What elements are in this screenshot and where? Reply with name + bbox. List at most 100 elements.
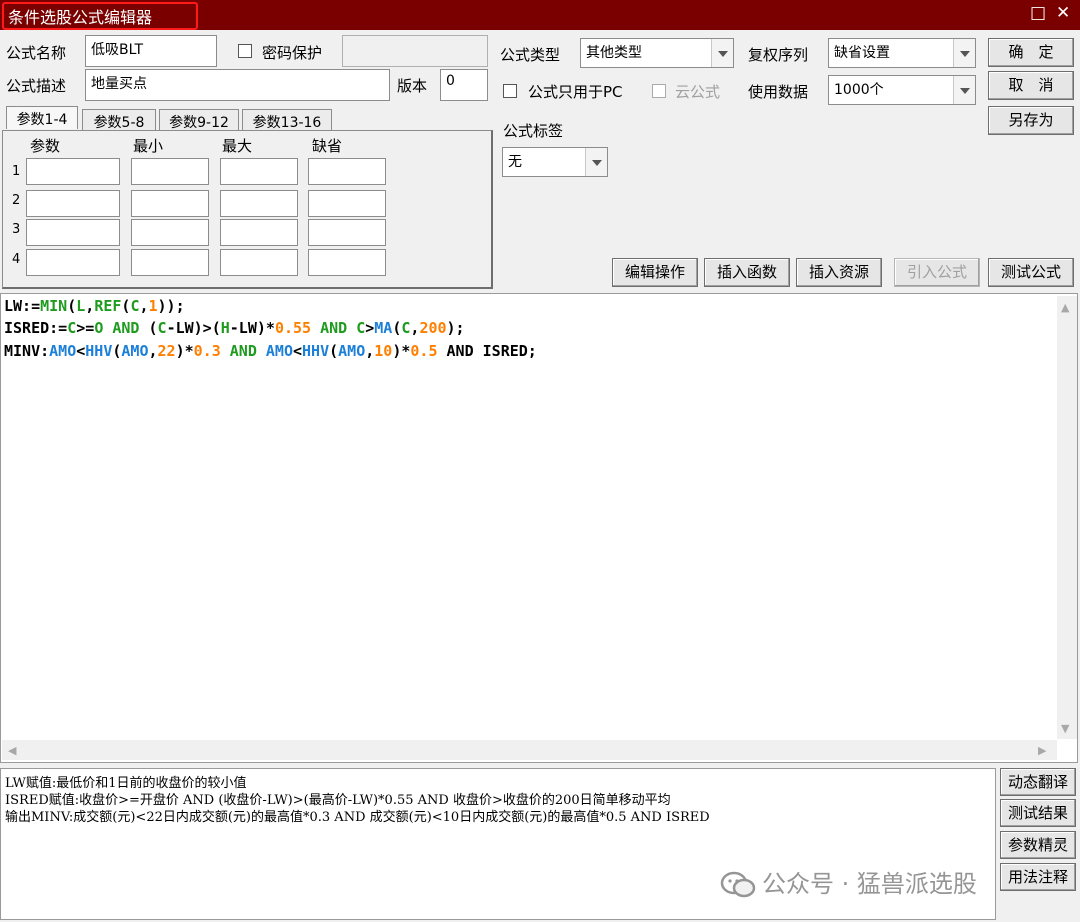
- code-token: -LW)>(: [166, 319, 221, 337]
- param-1-min[interactable]: [131, 158, 209, 185]
- code-token: AND: [103, 319, 149, 337]
- restore-select[interactable]: 缺省设置: [828, 38, 976, 68]
- scroll-left-icon[interactable]: ◀: [8, 744, 16, 757]
- cloud-label: 云公式: [675, 83, 721, 101]
- code-token: MA: [374, 319, 393, 337]
- tab-params-5-8[interactable]: 参数5-8: [82, 109, 156, 131]
- code-token: (: [148, 319, 158, 337]
- tab-params-9-12[interactable]: 参数9-12: [159, 109, 239, 131]
- usage-note-button[interactable]: 用法注释: [1000, 863, 1076, 891]
- param-3-default[interactable]: [308, 219, 386, 246]
- param-2-min[interactable]: [131, 190, 209, 217]
- save-as-button[interactable]: 另存为: [988, 106, 1074, 135]
- wechat-icon: [720, 871, 756, 898]
- param-3-min[interactable]: [131, 219, 209, 246]
- param-3-name[interactable]: [26, 219, 120, 246]
- param-4-name[interactable]: [26, 249, 120, 276]
- edit-ops-button[interactable]: 编辑操作: [612, 258, 698, 287]
- param-4-default[interactable]: [308, 249, 386, 276]
- param-2-default[interactable]: [308, 190, 386, 217]
- pc-only-label: 公式只用于PC: [528, 83, 623, 101]
- ok-button[interactable]: 确 定: [988, 38, 1074, 67]
- code-token: MINV:: [4, 342, 50, 360]
- scroll-right-icon[interactable]: ▶: [1038, 744, 1046, 757]
- chevron-down-icon[interactable]: [953, 76, 975, 104]
- code-token: AND ISRED;: [437, 342, 537, 360]
- code-token: )*: [175, 342, 194, 360]
- code-token: C: [157, 319, 167, 337]
- password-checkbox[interactable]: [238, 44, 252, 58]
- code-line-1[interactable]: LW:=MIN(L,REF(C,1));: [4, 297, 185, 315]
- vertical-scrollbar[interactable]: [1057, 296, 1077, 739]
- scroll-up-icon[interactable]: ▲: [1061, 301, 1069, 314]
- row-number: 2: [12, 193, 21, 208]
- param-1-name[interactable]: [26, 158, 120, 185]
- type-select[interactable]: 其他类型: [580, 38, 734, 68]
- param-1-max[interactable]: [220, 158, 298, 185]
- param-4-min[interactable]: [131, 249, 209, 276]
- dynamic-translate-button[interactable]: 动态翻译: [1000, 768, 1076, 796]
- test-formula-button[interactable]: 测试公式: [988, 258, 1074, 287]
- param-2-max[interactable]: [220, 190, 298, 217]
- code-token: <: [76, 342, 86, 360]
- chevron-down-icon[interactable]: [953, 39, 975, 67]
- code-token: 0.5: [410, 342, 438, 360]
- param-4-max[interactable]: [220, 249, 298, 276]
- cloud-checkbox[interactable]: [652, 84, 666, 98]
- code-token: AMO: [338, 342, 366, 360]
- code-token: AMO: [49, 342, 77, 360]
- code-token: AMO: [121, 342, 149, 360]
- param-header: 参数: [30, 137, 61, 155]
- watermark-text: 公众号 · 猛兽派选股: [762, 870, 977, 898]
- code-token: ,: [85, 297, 95, 315]
- tag-select-value: 无: [508, 154, 522, 170]
- code-token: 1: [148, 297, 158, 315]
- data-select-value: 1000个: [834, 82, 884, 98]
- scroll-down-icon[interactable]: ▼: [1061, 722, 1069, 735]
- code-token: REF: [94, 297, 122, 315]
- close-icon[interactable]: ✕: [1056, 3, 1070, 23]
- name-label: 公式名称: [6, 44, 67, 62]
- chevron-down-icon[interactable]: [711, 39, 733, 67]
- param-2-name[interactable]: [26, 190, 120, 217]
- maximize-icon[interactable]: □: [1030, 3, 1046, 23]
- insert-function-button[interactable]: 插入函数: [704, 258, 790, 287]
- translation-line-3: 输出MINV:成交额(元)<22日内成交额(元)的最高值*0.3 AND 成交额…: [5, 810, 710, 825]
- tab-params-1-4[interactable]: 参数1-4: [6, 106, 78, 129]
- code-token: );: [446, 319, 465, 337]
- code-token: ,: [365, 342, 375, 360]
- password-input[interactable]: [342, 35, 488, 67]
- pc-only-checkbox[interactable]: [503, 84, 517, 98]
- version-label: 版本: [397, 77, 428, 95]
- code-line-3[interactable]: MINV:AMO<HHV(AMO,22)*0.3 AND AMO<HHV(AMO…: [4, 342, 537, 360]
- code-token: AND: [220, 342, 266, 360]
- restore-label: 复权序列: [748, 46, 809, 64]
- chevron-down-icon[interactable]: [585, 148, 607, 176]
- data-select[interactable]: 1000个: [828, 75, 976, 105]
- row-number: 1: [12, 164, 21, 179]
- version-input[interactable]: 0: [440, 69, 488, 101]
- import-formula-button[interactable]: 引入公式: [894, 258, 980, 287]
- tab-params-13-16[interactable]: 参数13-16: [242, 109, 332, 131]
- code-token: ));: [157, 297, 185, 315]
- code-line-2[interactable]: ISRED:=C>=O AND (C-LW)>(H-LW)*0.55 AND C…: [4, 319, 465, 337]
- code-token: )*: [392, 342, 411, 360]
- type-select-value: 其他类型: [586, 45, 642, 61]
- param-3-max[interactable]: [220, 219, 298, 246]
- desc-input[interactable]: 地量买点: [85, 69, 390, 101]
- param-wizard-button[interactable]: 参数精灵: [1000, 831, 1076, 859]
- cancel-button[interactable]: 取 消: [988, 71, 1074, 100]
- code-token: O: [94, 319, 104, 337]
- tag-select[interactable]: 无: [502, 147, 608, 177]
- code-editor[interactable]: [0, 293, 1078, 763]
- code-token: MIN: [40, 297, 68, 315]
- insert-resource-button[interactable]: 插入资源: [796, 258, 882, 287]
- code-token: LW:=: [4, 297, 41, 315]
- code-token: <: [293, 342, 303, 360]
- name-input[interactable]: 低吸BLT: [85, 35, 217, 67]
- param-1-default[interactable]: [308, 158, 386, 185]
- min-header: 最小: [133, 137, 164, 155]
- horizontal-scrollbar[interactable]: [2, 740, 1057, 760]
- test-result-button[interactable]: 测试结果: [1000, 799, 1076, 827]
- tag-label: 公式标签: [503, 122, 564, 140]
